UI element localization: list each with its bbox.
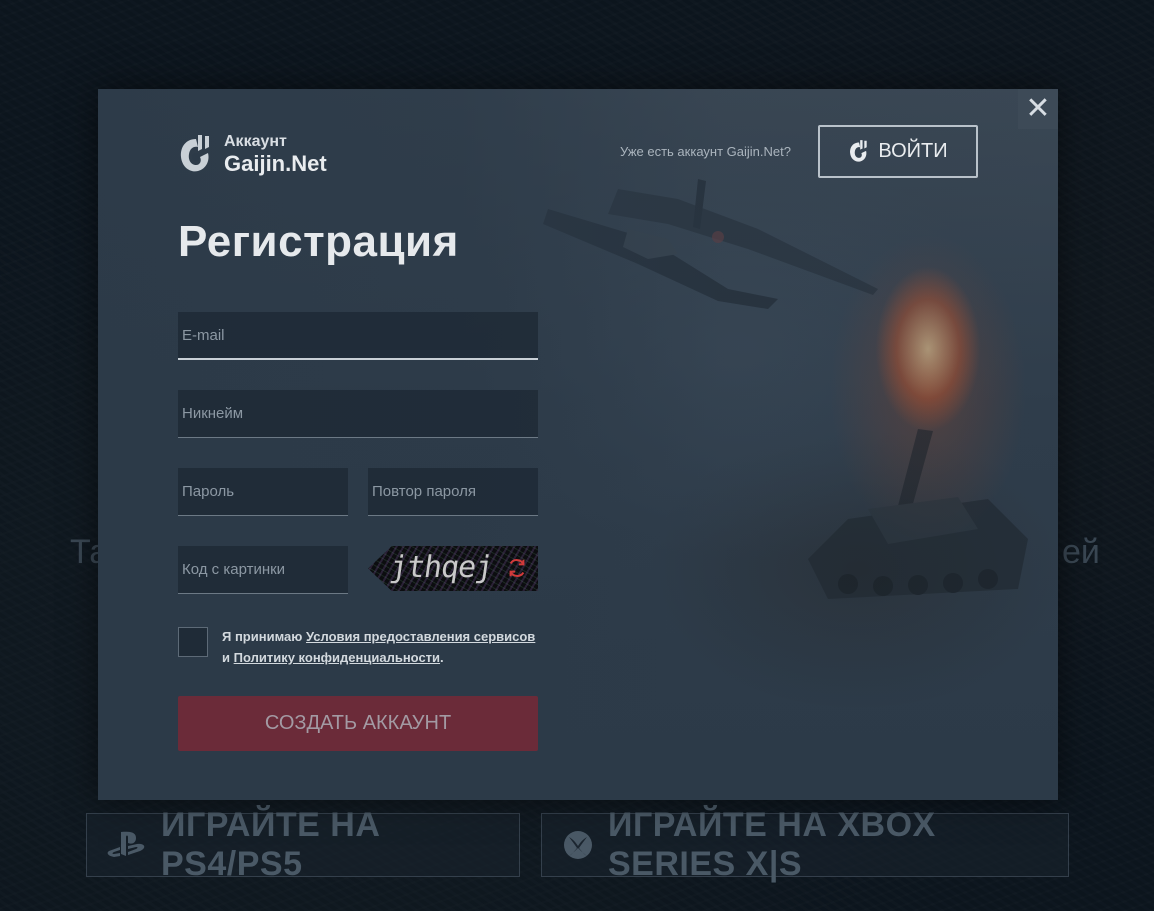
playstation-button-label: ИГРАЙТЕ НА PS4/PS5 <box>161 806 381 883</box>
nickname-field[interactable] <box>178 390 538 437</box>
accept-terms-checkbox[interactable] <box>178 627 208 657</box>
login-button[interactable]: ВОЙТИ <box>818 125 978 178</box>
captcha-text: jthqej <box>387 550 495 585</box>
gaijin-logo-icon <box>180 135 209 172</box>
play-on-xbox-button[interactable]: ИГРАЙТЕ НА XBOX SERIES X|S <box>541 806 1069 883</box>
create-account-button[interactable]: СОЗДАТЬ АККАУНТ <box>178 696 538 751</box>
password-repeat-field[interactable] <box>368 468 538 515</box>
captcha-container: jthqej <box>368 546 538 591</box>
privacy-policy-link[interactable]: Политику конфиденциальности <box>234 650 440 665</box>
email-field-wrapper <box>178 312 538 360</box>
close-button[interactable]: ✕ <box>1018 89 1058 129</box>
password-field-wrapper <box>178 468 348 516</box>
password-field[interactable] <box>178 468 348 515</box>
playstation-icon <box>107 831 145 857</box>
page-title: Регистрация <box>178 217 459 266</box>
xbox-button-label: ИГРАЙТЕ НА XBOX SERIES X|S <box>608 806 936 883</box>
have-account-text: Уже есть аккаунт Gaijin.Net? <box>620 144 791 159</box>
refresh-captcha-icon[interactable] <box>506 557 528 579</box>
nickname-field-wrapper <box>178 390 538 438</box>
logo-caption: Аккаунт <box>224 133 287 150</box>
create-account-label: СОЗДАТЬ АККАУНТ <box>264 712 452 734</box>
password-repeat-field-wrapper <box>368 468 538 516</box>
gaijin-login-icon <box>850 139 868 162</box>
terms-middle: и <box>222 650 230 665</box>
background-text-right: ей <box>1062 533 1100 571</box>
terms-suffix: . <box>440 650 444 665</box>
terms-prefix: Я принимаю <box>222 629 303 644</box>
captcha-field[interactable] <box>178 546 348 593</box>
captcha-field-wrapper <box>178 546 348 594</box>
logo-title: Gaijin.Net <box>224 151 327 176</box>
login-button-label: ВОЙТИ <box>878 140 948 162</box>
terms-of-service-link[interactable]: Условия предоставления сервисов <box>306 629 535 644</box>
modal-gradient-overlay <box>98 89 1058 800</box>
gaijin-logo: Аккаунт Gaijin.Net <box>178 133 327 177</box>
play-on-playstation-button[interactable]: ИГРАЙТЕ НА PS4/PS5 <box>86 806 520 883</box>
email-field[interactable] <box>178 312 538 358</box>
terms-text: Я принимаю Условия предоставления сервис… <box>222 626 535 668</box>
registration-modal: ✕ Аккаунт Gaijin.Net Уже есть аккаунт Ga… <box>98 89 1058 800</box>
xbox-icon <box>564 831 592 859</box>
